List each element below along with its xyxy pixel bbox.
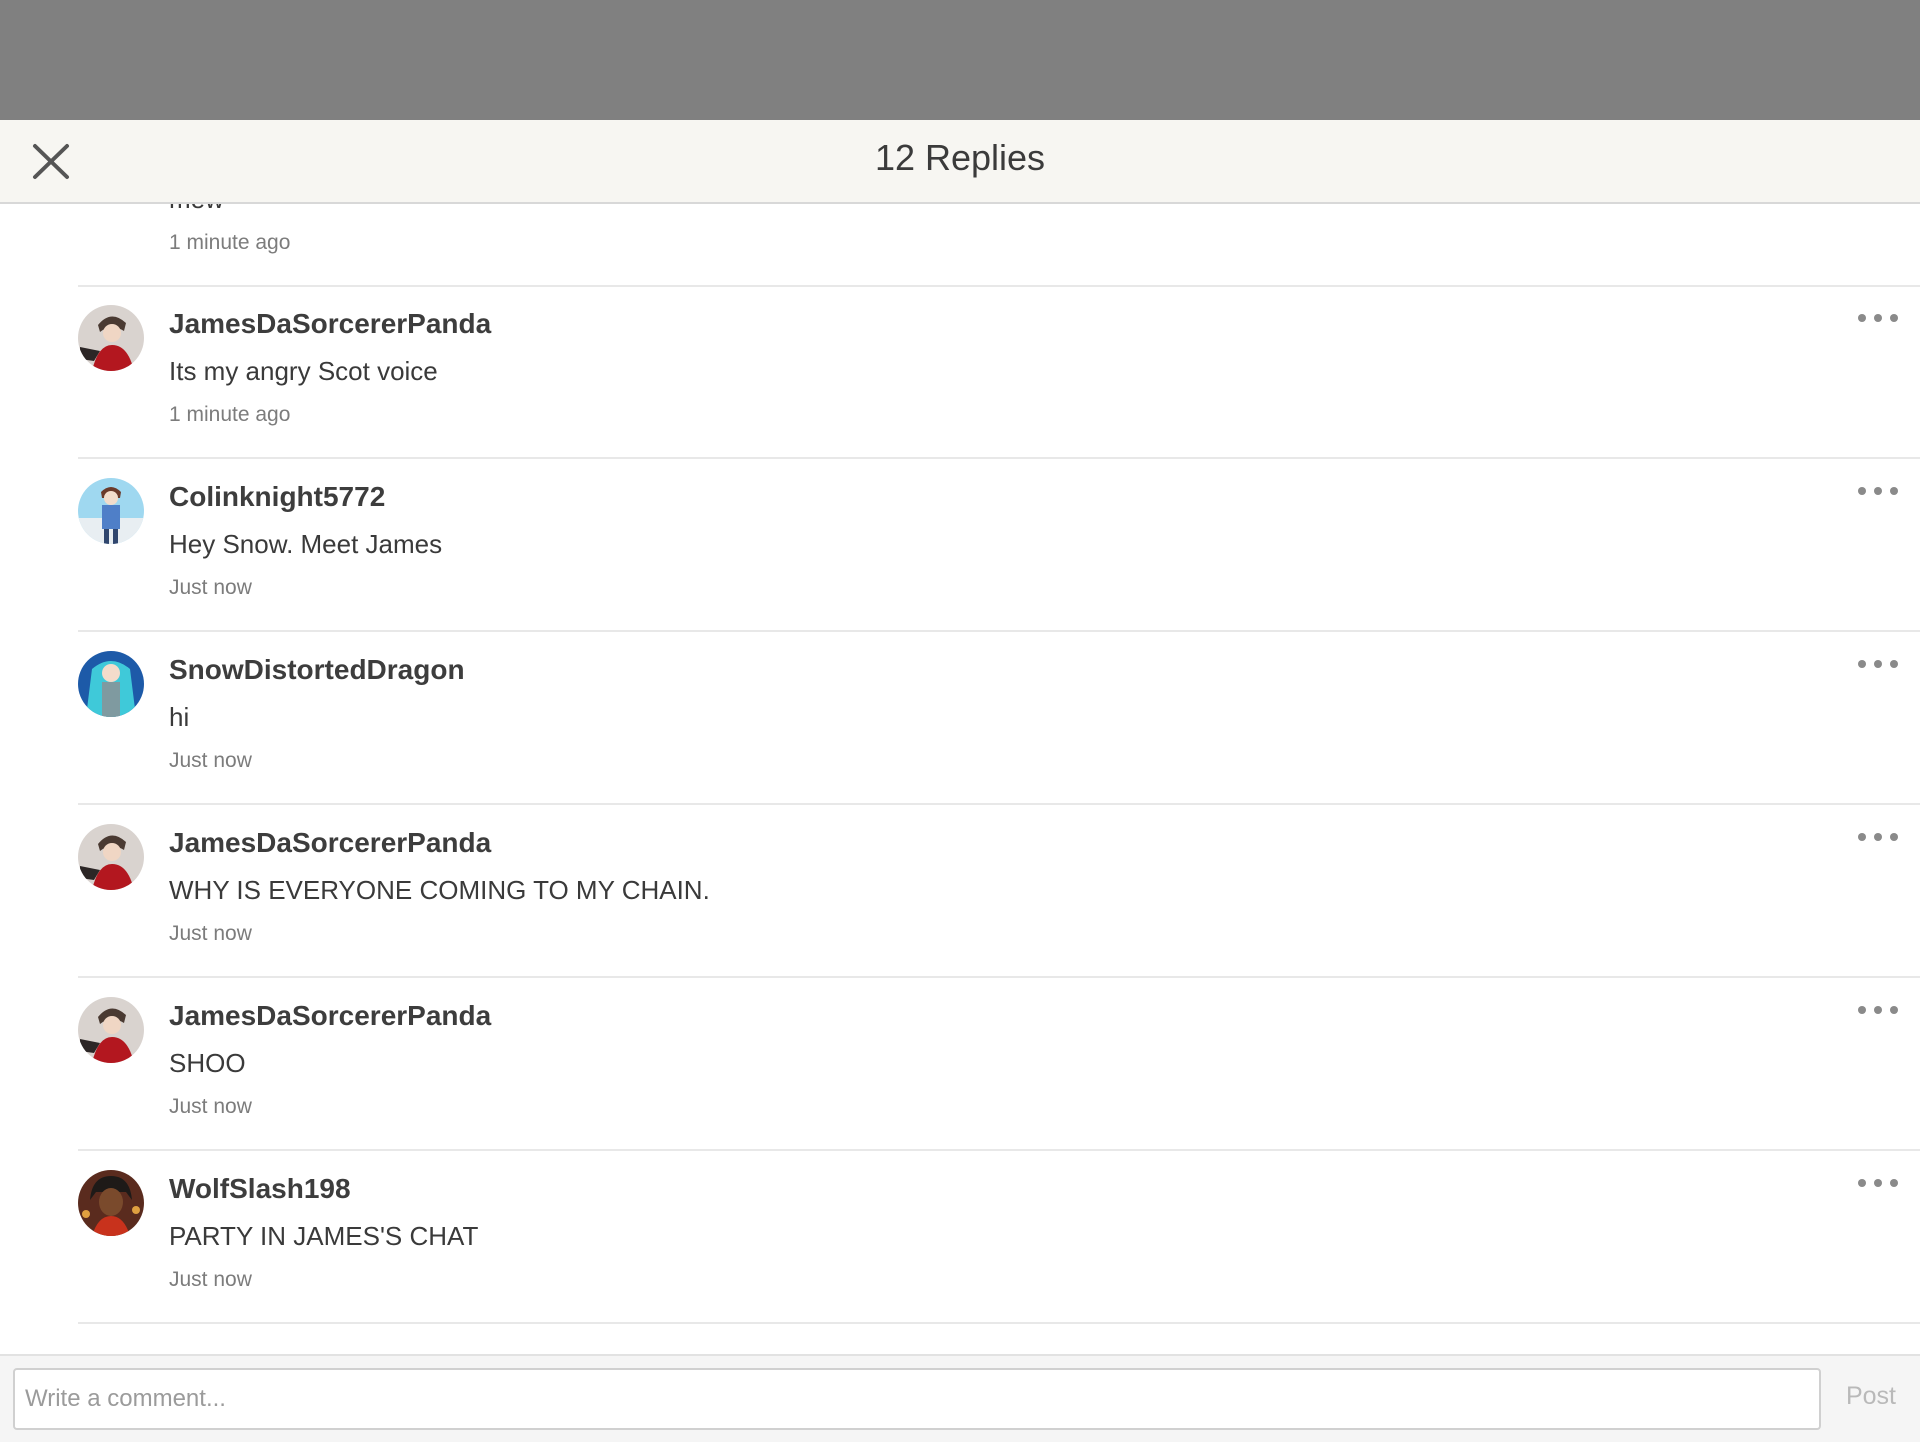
reply-timestamp: Just now <box>169 1268 252 1291</box>
avatar[interactable] <box>78 997 144 1063</box>
dark-hair-avatar-icon <box>78 1170 144 1236</box>
reply-username[interactable]: JamesDaSorcererPanda <box>169 827 491 859</box>
more-options-button[interactable] <box>1858 484 1898 498</box>
avatar[interactable] <box>78 305 144 371</box>
reply-timestamp: 1 minute ago <box>169 231 291 254</box>
reply-username[interactable]: SnowDistortedDragon <box>169 654 465 686</box>
avatar[interactable] <box>78 824 144 890</box>
reply-item: Colinknight5772 Hey Snow. Meet James Jus… <box>78 458 1920 632</box>
more-options-button[interactable] <box>1858 657 1898 671</box>
reply-message: SHOO <box>169 1048 246 1078</box>
reply-item: mew 1 minute ago <box>78 204 1920 287</box>
reply-message: PARTY IN JAMES'S CHAT <box>169 1221 479 1251</box>
red-jacket-avatar-icon <box>78 824 144 890</box>
red-jacket-avatar-icon <box>78 305 144 371</box>
reply-item: JamesDaSorcererPanda WHY IS EVERYONE COM… <box>78 804 1920 978</box>
reply-username[interactable]: WolfSlash198 <box>169 1173 351 1205</box>
more-options-button[interactable] <box>1858 311 1898 325</box>
reply-username[interactable]: JamesDaSorcererPanda <box>169 308 491 340</box>
reply-item: JamesDaSorcererPanda Its my angry Scot v… <box>78 285 1920 459</box>
teal-hair-avatar-icon <box>78 651 144 717</box>
reply-message: Hey Snow. Meet James <box>169 529 443 559</box>
reply-message: mew <box>169 204 224 215</box>
more-options-button[interactable] <box>1858 1003 1898 1017</box>
reply-item: JamesDaSorcererPanda SHOO Just now <box>78 977 1920 1151</box>
avatar[interactable] <box>78 651 144 717</box>
reply-item: WolfSlash198 PARTY IN JAMES'S CHAT Just … <box>78 1150 1920 1324</box>
avatar[interactable] <box>78 1170 144 1236</box>
blue-suit-avatar-icon <box>78 478 144 544</box>
reply-username[interactable]: Colinknight5772 <box>169 481 385 513</box>
reply-timestamp: 1 minute ago <box>169 403 291 426</box>
replies-header: 12 Replies <box>0 120 1920 204</box>
reply-timestamp: Just now <box>169 576 252 599</box>
reply-message: WHY IS EVERYONE COMING TO MY CHAIN. <box>169 875 710 905</box>
reply-timestamp: Just now <box>169 922 252 945</box>
reply-username[interactable]: JamesDaSorcererPanda <box>169 1000 491 1032</box>
comment-input[interactable] <box>13 1368 1821 1430</box>
more-options-button[interactable] <box>1858 1176 1898 1190</box>
top-backdrop <box>0 0 1920 120</box>
reply-item: SnowDistortedDragon hi Just now <box>78 631 1920 805</box>
reply-message: hi <box>169 702 190 732</box>
reply-message: Its my angry Scot voice <box>169 356 438 386</box>
post-button[interactable]: Post <box>1846 1382 1896 1411</box>
reply-timestamp: Just now <box>169 749 252 772</box>
reply-list[interactable]: mew 1 minute ago JamesDaSorcererPanda It… <box>0 204 1920 1354</box>
page-title: 12 Replies <box>874 137 1046 178</box>
red-jacket-avatar-icon <box>78 997 144 1063</box>
comment-composer: Post <box>0 1354 1920 1442</box>
more-options-button[interactable] <box>1858 830 1898 844</box>
avatar[interactable] <box>78 478 144 544</box>
reply-timestamp: Just now <box>169 1095 252 1118</box>
